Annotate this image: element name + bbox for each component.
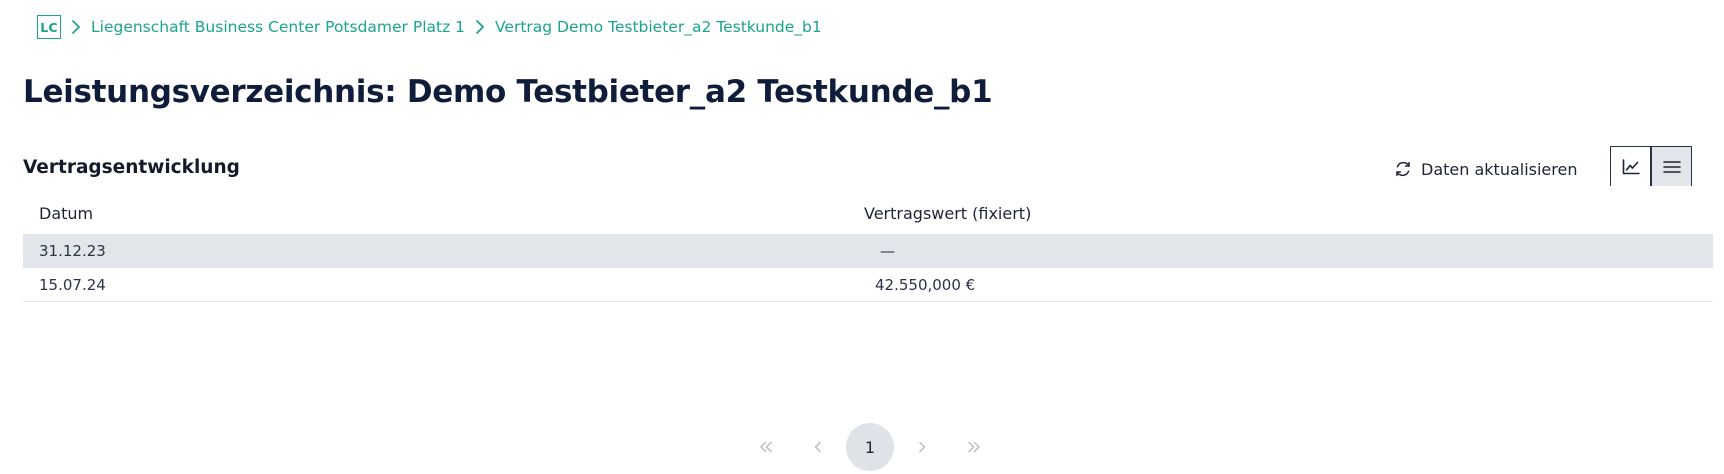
line-chart-icon	[1622, 158, 1640, 174]
table-header: Datum Vertragswert (fixiert)	[23, 192, 1713, 234]
chevron-right-icon	[475, 19, 487, 35]
chevron-right-icon	[919, 441, 926, 453]
table-row[interactable]: 31.12.23 —	[23, 234, 1713, 268]
page-number-button[interactable]: 1	[846, 423, 894, 471]
column-header-vertragswert[interactable]: Vertragswert (fixiert)	[864, 204, 1713, 223]
breadcrumb: LC Liegenschaft Business Center Potsdame…	[37, 14, 822, 40]
chevrons-right-icon	[968, 441, 980, 453]
list-icon	[1662, 160, 1681, 173]
refresh-data-button[interactable]: Daten aktualisieren	[1394, 156, 1577, 182]
last-page-button[interactable]	[948, 423, 1000, 471]
section-title: Vertragsentwicklung	[23, 157, 240, 178]
pagination: 1	[740, 423, 1000, 471]
table-row[interactable]: 15.07.24 42.550,000 €	[23, 268, 1713, 302]
column-header-datum[interactable]: Datum	[23, 204, 864, 223]
breadcrumb-item-liegenschaft[interactable]: Liegenschaft Business Center Potsdamer P…	[91, 18, 465, 36]
refresh-data-label: Daten aktualisieren	[1421, 159, 1578, 179]
chart-view-button[interactable]	[1610, 146, 1651, 186]
first-page-button[interactable]	[740, 423, 792, 471]
chevron-left-icon	[814, 441, 821, 453]
cell-date: 31.12.23	[39, 241, 106, 260]
breadcrumb-item-vertrag[interactable]: Vertrag Demo Testbieter_a2 Testkunde_b1	[495, 18, 822, 36]
contract-development-table: Datum Vertragswert (fixiert) 31.12.23 — …	[23, 192, 1713, 302]
lc-logo[interactable]: LC	[37, 15, 61, 39]
chevron-right-icon	[71, 19, 83, 35]
chevrons-left-icon	[760, 441, 772, 453]
refresh-icon	[1396, 161, 1410, 177]
table-view-button[interactable]	[1651, 146, 1692, 186]
cell-value: 42.550,000 €	[875, 275, 976, 294]
cell-date: 15.07.24	[39, 275, 106, 294]
cell-value: —	[880, 241, 895, 260]
page: LC Liegenschaft Business Center Potsdame…	[0, 0, 1724, 474]
view-toggle	[1610, 146, 1692, 186]
previous-page-button[interactable]	[792, 423, 844, 471]
next-page-button[interactable]	[896, 423, 948, 471]
page-title: Leistungsverzeichnis: Demo Testbieter_a2…	[23, 74, 993, 110]
